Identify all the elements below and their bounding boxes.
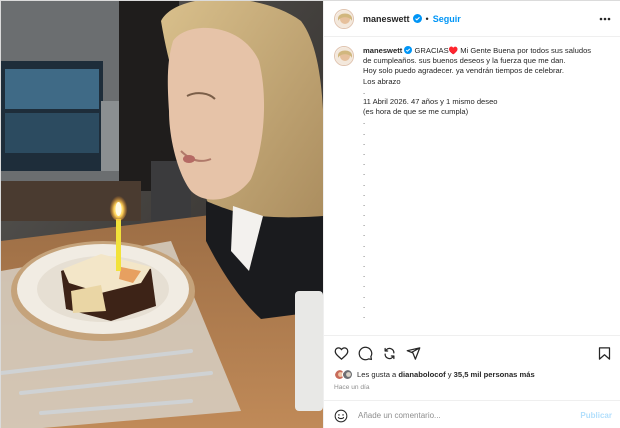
caption-dot-line: . (363, 260, 366, 270)
caption-dot-line: . (363, 188, 366, 198)
action-bar (334, 345, 612, 361)
post-timestamp[interactable]: Hace un día (334, 384, 370, 391)
caption-line: Hoy solo puedo agradecer. ya vendrán tie… (363, 66, 564, 76)
liker-username[interactable]: dianabolocof (398, 370, 445, 379)
author-avatar[interactable] (334, 8, 354, 29)
post-caption: maneswett GRACIAS♥️ Mi Gente Buena por t… (324, 37, 620, 335)
likes-count[interactable]: 35,5 mil personas más (454, 370, 535, 379)
follow-button[interactable]: Seguir (433, 14, 461, 24)
avatar-image (335, 9, 353, 28)
post-modal: maneswett • Seguir maneswett GRACIAS♥️ M… (0, 0, 620, 428)
caption-dot-line: . (363, 280, 366, 290)
caption-author-avatar[interactable] (334, 46, 354, 66)
avatar-image (335, 47, 353, 65)
caption-first-line: maneswett GRACIAS♥️ Mi Gente Buena por t… (363, 46, 603, 56)
bookmark-icon[interactable] (597, 346, 612, 361)
repost-icon[interactable] (382, 346, 397, 361)
likes-text: Les gusta a dianabolocof y 35,5 mil pers… (357, 370, 535, 379)
comment-input[interactable] (358, 411, 558, 420)
caption-dot-line: . (363, 290, 366, 300)
caption-body: maneswett GRACIAS♥️ Mi Gente Buena por t… (363, 46, 603, 335)
caption-dot-line: . (363, 127, 366, 137)
likes-summary: Les gusta a dianabolocof y 35,5 mil pers… (334, 369, 535, 380)
post-photo[interactable] (1, 1, 323, 428)
caption-dots: .................... (363, 117, 603, 321)
caption-line: de cumpleaños. sus buenos deseos y la fu… (363, 56, 566, 66)
caption-dot-line: . (363, 300, 366, 310)
caption-dot-line: . (363, 147, 366, 157)
likes-middle: y (445, 370, 454, 379)
caption-dot-line: . (363, 117, 366, 127)
caption-dot-line: . (363, 158, 366, 168)
caption-line: GRACIAS♥️ Mi Gente Buena por todos sus s… (414, 46, 592, 55)
post-actions-section: Les gusta a dianabolocof y 35,5 mil pers… (324, 335, 620, 428)
post-details-panel: maneswett • Seguir maneswett GRACIAS♥️ M… (323, 1, 620, 428)
caption-line: (es hora de que se me cumpla) (363, 107, 469, 117)
caption-dot-line: . (363, 270, 366, 280)
caption-dot-line: . (363, 198, 366, 208)
separator-dot: • (425, 13, 429, 24)
publish-button[interactable]: Publicar (580, 411, 612, 420)
comment-icon[interactable] (358, 346, 373, 361)
liker-avatar (342, 369, 353, 380)
emoji-icon[interactable] (334, 409, 348, 423)
more-options-icon[interactable] (598, 12, 612, 26)
likes-prefix: Les gusta a (357, 370, 399, 379)
caption-username[interactable]: maneswett (363, 46, 402, 55)
caption-dot-line: . (363, 178, 366, 188)
caption-dot-line: . (363, 219, 366, 229)
send-icon[interactable] (406, 346, 421, 361)
heart-icon[interactable] (334, 346, 349, 361)
caption-dot-line: . (363, 137, 366, 147)
caption-line: 11 Abril 2026. 47 años y 1 mismo deseo (363, 97, 498, 107)
verified-badge-icon (412, 14, 422, 23)
caption-dot-line: . (363, 239, 366, 249)
verified-badge-icon (404, 46, 413, 54)
caption-dot-line: . (363, 209, 366, 219)
author-username[interactable]: maneswett (363, 14, 410, 24)
liker-avatar-image (343, 370, 352, 379)
birthday-cake-photo (1, 1, 323, 428)
post-header: maneswett • Seguir (324, 1, 620, 37)
caption-line: Los abrazo (363, 76, 401, 86)
caption-dot-line: . (363, 168, 366, 178)
caption-dot-line: . (363, 310, 366, 320)
comment-bar: Publicar (324, 400, 620, 428)
caption-dot-line: . (363, 249, 366, 259)
caption-line: . (363, 86, 366, 96)
caption-dot-line: . (363, 229, 366, 239)
